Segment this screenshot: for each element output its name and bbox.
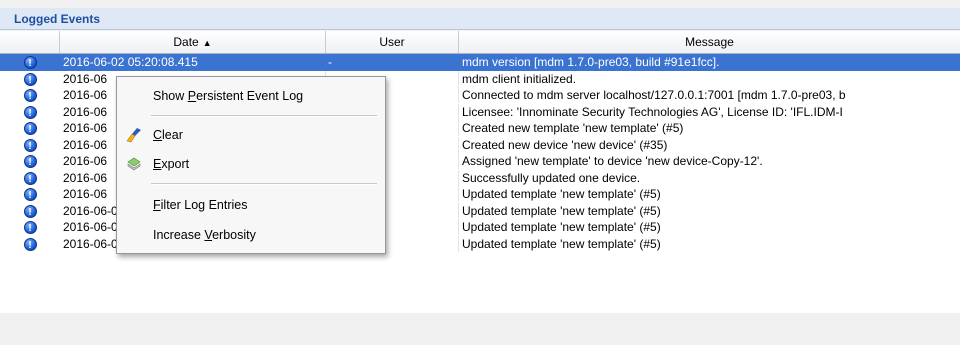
event-type-cell: ! xyxy=(0,87,60,103)
menu-separator xyxy=(151,183,377,185)
event-type-cell: ! xyxy=(0,104,60,120)
message-cell: Updated template 'new template' (#5) xyxy=(462,236,661,251)
menu-label: Show Persistent Event Log xyxy=(153,89,304,103)
menu-label: Filter Log Entries xyxy=(153,198,248,212)
event-type-cell: ! xyxy=(0,54,60,70)
user-cell: - xyxy=(328,55,332,69)
info-icon: ! xyxy=(23,171,37,185)
header-date-label: Date xyxy=(173,35,199,49)
menu-separator xyxy=(151,115,377,117)
message-cell: Licensee: 'Innominate Security Technolog… xyxy=(462,104,843,119)
event-type-cell: ! xyxy=(0,120,60,136)
header-icon-column[interactable] xyxy=(0,31,60,53)
menu-item-increase-verbosity[interactable]: Increase Verbosity xyxy=(117,224,385,246)
message-cell: Updated template 'new template' (#5) xyxy=(462,220,661,234)
panel-footer xyxy=(0,313,960,345)
info-icon: ! xyxy=(23,72,37,86)
message-cell: mdm version [mdm 1.7.0-pre03, build #91e… xyxy=(462,55,720,69)
menu-label: Export xyxy=(153,157,190,171)
menu-label: Increase Verbosity xyxy=(153,228,256,242)
info-icon: ! xyxy=(23,221,37,234)
info-icon: ! xyxy=(23,122,37,135)
menu-label: Clear xyxy=(153,128,183,142)
table-header: Date ▲ User Message xyxy=(0,31,960,54)
message-cell: Updated template 'new template' (#5) xyxy=(462,203,661,218)
message-cell: Connected to mdm server localhost/127.0.… xyxy=(462,88,846,102)
panel-title: Logged Events xyxy=(0,8,960,30)
info-icon: ! xyxy=(23,138,37,152)
info-icon: ! xyxy=(23,105,37,119)
window-top-strip xyxy=(0,0,960,8)
sort-ascending-icon: ▲ xyxy=(202,38,212,48)
event-type-cell: ! xyxy=(0,170,60,186)
header-user[interactable]: User xyxy=(326,31,459,53)
info-icon: ! xyxy=(23,89,37,102)
message-cell: Updated template 'new template' (#5) xyxy=(462,187,661,201)
date-cell: 2016-06-02 05:20:08.415 xyxy=(63,55,198,69)
message-cell: Created new template 'new template' (#5) xyxy=(462,121,684,135)
info-icon: ! xyxy=(23,188,37,201)
event-type-cell: ! xyxy=(0,153,60,169)
header-date[interactable]: Date ▲ xyxy=(60,31,326,53)
menu-item-filter-log-entries[interactable]: Filter Log Entries xyxy=(117,194,385,216)
menu-item-export[interactable]: Export xyxy=(117,153,385,175)
event-type-cell: ! xyxy=(0,71,60,87)
message-cell: mdm client initialized. xyxy=(462,71,577,86)
event-type-cell: ! xyxy=(0,219,60,235)
event-type-cell: ! xyxy=(0,186,60,202)
header-message[interactable]: Message xyxy=(459,31,960,53)
context-menu: Show Persistent Event Log Clear Export F… xyxy=(116,76,386,254)
info-icon: ! xyxy=(23,237,37,251)
export-icon xyxy=(125,156,143,172)
menu-item-clear[interactable]: Clear xyxy=(117,124,385,146)
message-cell: Successfully updated one device. xyxy=(462,170,641,185)
broom-icon xyxy=(125,127,143,143)
info-icon: ! xyxy=(23,56,37,69)
header-message-label: Message xyxy=(685,35,734,49)
event-type-cell: ! xyxy=(0,137,60,153)
event-type-cell: ! xyxy=(0,236,60,252)
menu-item-show-persistent-event-log[interactable]: Show Persistent Event Log xyxy=(117,85,385,107)
info-icon: ! xyxy=(23,155,37,168)
event-type-cell: ! xyxy=(0,203,60,219)
table-row[interactable]: ! 2016-06-02 05:20:08.415 - mdm version [md… xyxy=(0,54,960,71)
header-user-label: User xyxy=(379,35,405,49)
message-cell: Created new device 'new device' (#35) xyxy=(462,137,668,152)
message-cell: Assigned 'new template' to device 'new d… xyxy=(462,154,763,168)
info-icon: ! xyxy=(23,204,37,218)
